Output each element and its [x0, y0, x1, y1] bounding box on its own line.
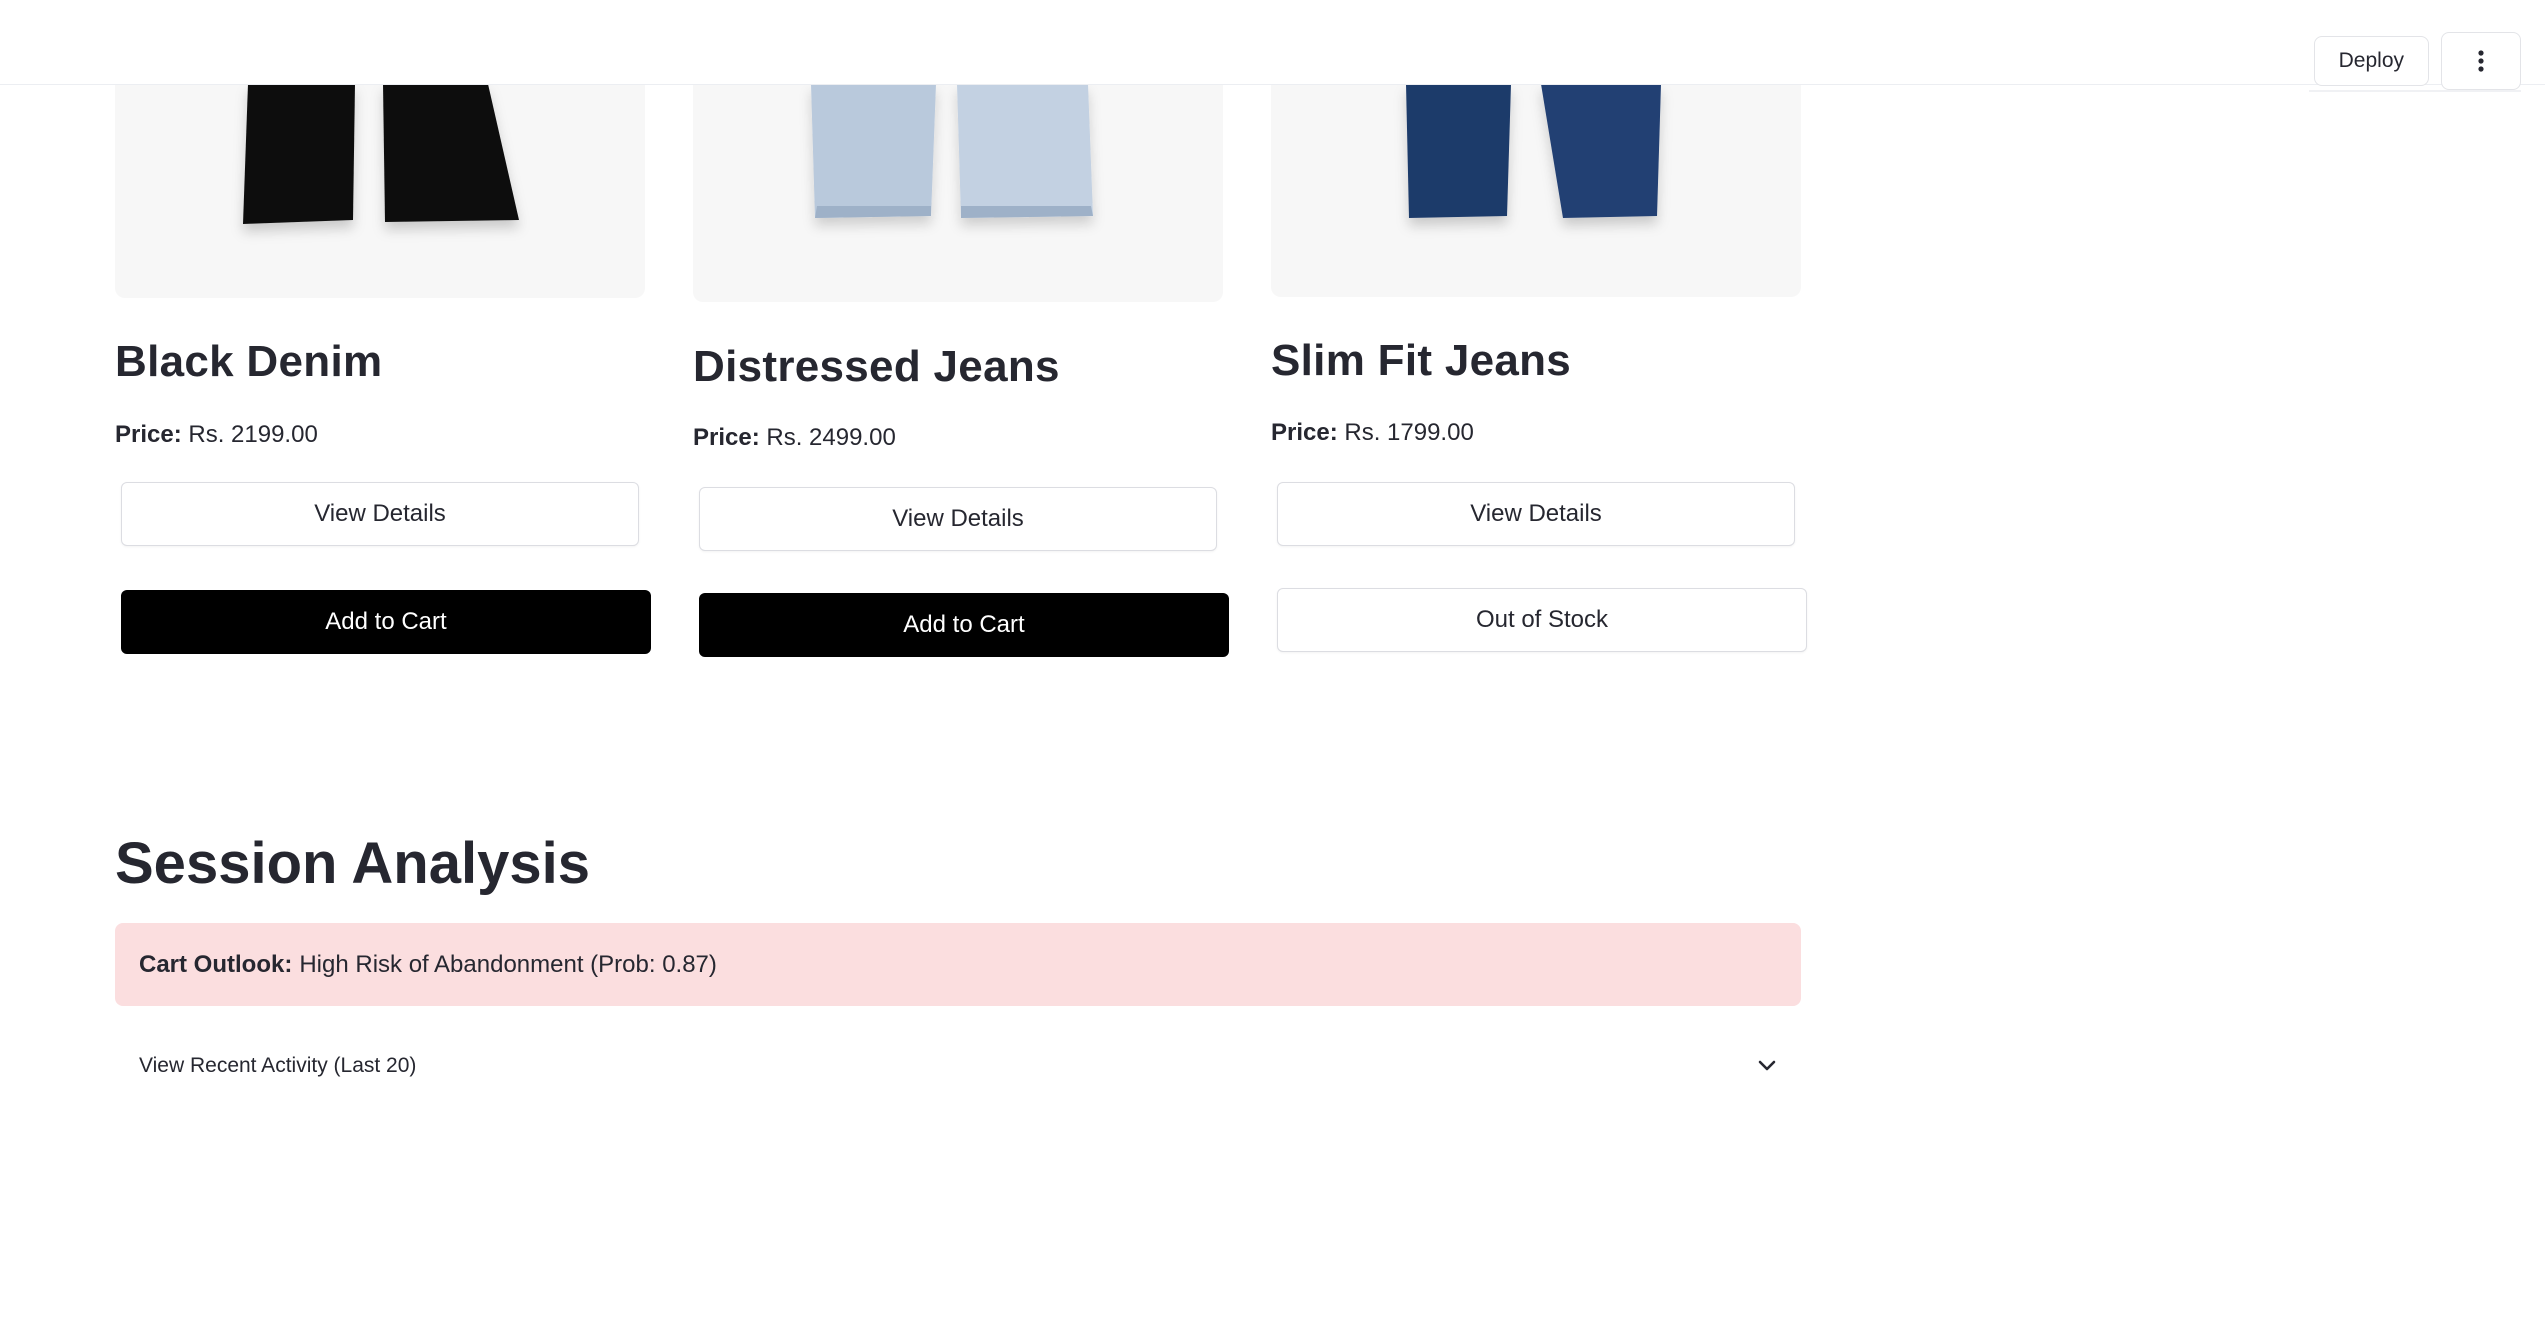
- view-details-button[interactable]: View Details: [699, 487, 1217, 551]
- recent-activity-expander[interactable]: View Recent Activity (Last 20): [115, 1034, 1801, 1098]
- product-name: Slim Fit Jeans: [1271, 336, 1572, 385]
- price-value: Rs. 1799.00: [1344, 419, 1474, 446]
- out-of-stock-button[interactable]: Out of Stock: [1277, 588, 1807, 652]
- add-to-cart-button[interactable]: Add to Cart: [699, 593, 1229, 657]
- product-price: Price: Rs. 1799.00: [1271, 419, 1474, 447]
- price-value: Rs. 2199.00: [188, 421, 318, 448]
- add-to-cart-button[interactable]: Add to Cart: [121, 590, 651, 654]
- deploy-button[interactable]: Deploy: [2313, 36, 2429, 86]
- price-label: Price:: [693, 424, 760, 451]
- price-label: Price:: [115, 421, 182, 448]
- view-details-button[interactable]: View Details: [1277, 482, 1795, 546]
- chevron-down-icon: [1758, 1060, 1776, 1071]
- product-price: Price: Rs. 2499.00: [693, 424, 896, 452]
- product-name: Distressed Jeans: [693, 342, 1060, 391]
- main-menu-button[interactable]: [2441, 32, 2521, 90]
- view-details-button[interactable]: View Details: [121, 482, 639, 546]
- price-value: Rs. 2499.00: [766, 424, 896, 451]
- header-actions: Deploy: [2313, 32, 2521, 90]
- product-price: Price: Rs. 2199.00: [115, 421, 318, 449]
- price-label: Price:: [1271, 419, 1338, 446]
- alert-label: Cart Outlook:: [139, 950, 293, 978]
- vertical-ellipsis-icon: [2478, 50, 2484, 72]
- header-divider: [2309, 90, 2521, 92]
- product-name: Black Denim: [115, 337, 383, 386]
- app-header: Deploy: [0, 0, 2545, 90]
- cart-outlook-alert: Cart Outlook: High Risk of Abandonment (…: [115, 923, 1801, 1006]
- expander-label: View Recent Activity (Last 20): [139, 1054, 417, 1077]
- alert-text: High Risk of Abandonment (Prob: 0.87): [299, 950, 717, 978]
- session-analysis-heading: Session Analysis: [115, 831, 590, 896]
